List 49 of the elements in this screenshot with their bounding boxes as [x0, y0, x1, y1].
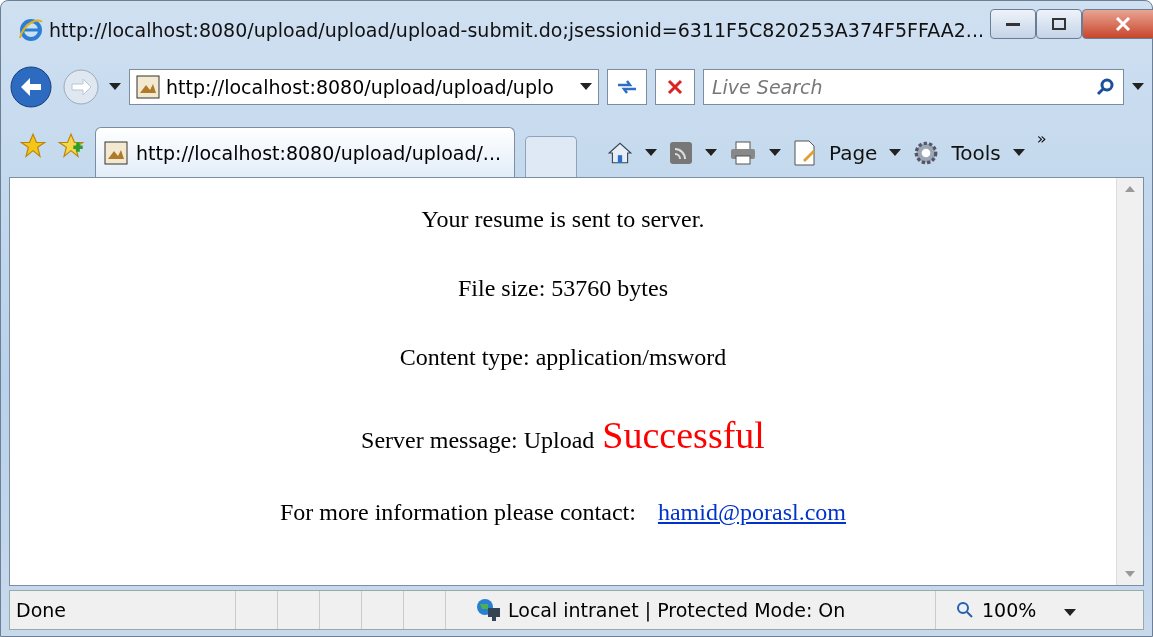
refresh-button[interactable]: [607, 69, 647, 105]
upload-status: Successful: [602, 413, 765, 457]
page-menu[interactable]: Page: [829, 141, 878, 165]
dropdown-caret-icon[interactable]: [1012, 149, 1025, 157]
refresh-arrows-icon: [616, 78, 638, 96]
feed-icon[interactable]: [669, 141, 693, 165]
home-icon[interactable]: [607, 140, 633, 166]
dropdown-caret-icon[interactable]: [109, 83, 121, 91]
zoom-icon: [956, 601, 974, 619]
close-button[interactable]: [1081, 9, 1153, 39]
server-message-label: Server message: Upload: [361, 427, 595, 454]
zoom-button[interactable]: 100%: [936, 591, 1083, 629]
message-text: Content type: application/msword: [399, 344, 727, 371]
browser-logo-icon: [19, 18, 43, 42]
page-thumbnail-icon: [136, 75, 160, 99]
search-icon[interactable]: [1095, 77, 1115, 97]
contact-label: For more information please contact:: [280, 499, 636, 526]
dropdown-caret-icon[interactable]: [889, 149, 902, 157]
more-button[interactable]: »: [1036, 129, 1047, 148]
globe-computer-icon: [476, 598, 502, 622]
message-text: Your resume is sent to server.: [421, 206, 705, 233]
maximize-button[interactable]: [1035, 9, 1082, 39]
search-field[interactable]: Live Search: [703, 69, 1124, 105]
favorites-star-icon[interactable]: [19, 132, 47, 160]
minimize-button[interactable]: [989, 9, 1036, 39]
gear-icon[interactable]: [913, 140, 940, 166]
status-text: Done: [10, 591, 236, 629]
dropdown-caret-icon[interactable]: [1132, 83, 1144, 91]
dropdown-caret-icon[interactable]: [645, 149, 657, 157]
dropdown-caret-icon[interactable]: [580, 83, 592, 91]
printer-icon[interactable]: [729, 141, 757, 165]
address-field[interactable]: http://localhost:8080/upload/upload/uplo: [129, 69, 599, 105]
dropdown-caret-icon[interactable]: [1064, 609, 1077, 617]
back-button[interactable]: [9, 65, 53, 109]
browser-tab[interactable]: http://localhost:8080/upload/upload/...: [95, 127, 515, 177]
tools-menu[interactable]: Tools: [951, 141, 1001, 165]
dropdown-caret-icon[interactable]: [769, 149, 781, 157]
email-link[interactable]: hamid@porasl.com: [657, 499, 846, 526]
stop-button[interactable]: [655, 69, 695, 105]
close-icon: [1114, 17, 1131, 31]
dropdown-caret-icon[interactable]: [705, 149, 717, 157]
page-icon[interactable]: [793, 140, 817, 166]
message-text: File size: 53760 bytes: [458, 275, 668, 302]
maximize-icon: [1051, 18, 1066, 30]
security-zone-text: Local intranet | Protected Mode: On: [508, 599, 846, 621]
window-title: http://localhost:8080/upload/upload/upload-submit.do;jsessionid=6311F5C820253A374F5FFAA2...: [49, 19, 984, 41]
page-thumbnail-icon: [104, 140, 128, 165]
stop-icon: [667, 79, 683, 95]
minimize-icon: [1005, 22, 1020, 26]
